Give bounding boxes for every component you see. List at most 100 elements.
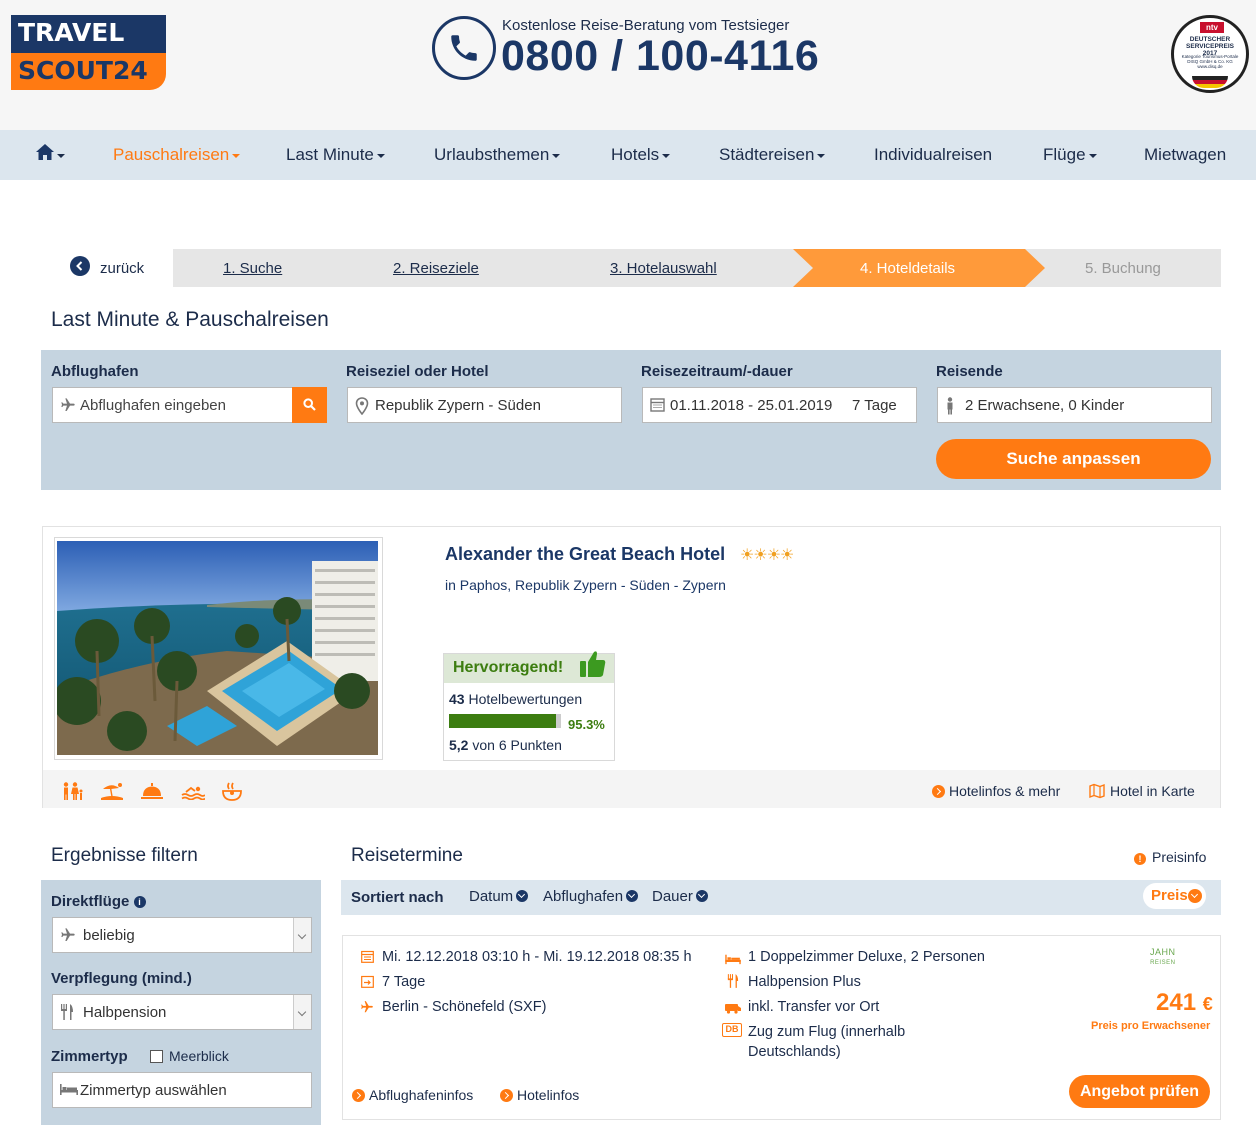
calendar-icon — [361, 950, 374, 967]
nav-pauschalreisen[interactable]: Pauschalreisen — [113, 145, 241, 165]
bed-icon — [725, 952, 741, 969]
nav-individualreisen[interactable]: Individualreisen — [874, 145, 992, 165]
hotel-location: in Paphos, Republik Zypern - Süden - Zyp… — [445, 577, 726, 593]
chevron-down-icon — [695, 890, 708, 902]
chevron-down-icon — [1188, 889, 1202, 903]
calendar-icon — [650, 397, 665, 416]
chevron-down-icon — [293, 918, 311, 952]
offer-transfer: inkl. Transfer vor Ort — [748, 999, 880, 1015]
filter-title: Ergebnisse filtern — [51, 845, 198, 866]
sort-abflughafen[interactable]: Abflughafen — [543, 888, 639, 905]
nav-label: Last Minute — [286, 145, 374, 164]
nav-label: Individualreisen — [874, 145, 993, 164]
nav-label: Pauschalreisen — [113, 145, 230, 164]
airport-input[interactable]: Abflughafen eingeben — [52, 387, 293, 423]
chevron-down-icon — [57, 153, 65, 158]
recommend-percent: 95.3% — [568, 717, 605, 732]
search-adjust-button[interactable]: Suche anpassen — [936, 439, 1211, 479]
hotel-info-link[interactable]: Hotelinfos — [500, 1087, 579, 1103]
room-type-label: Zimmertyp — [51, 1048, 128, 1065]
sort-preis[interactable]: Preis — [1143, 883, 1206, 909]
nav-staedtereisen[interactable]: Städtereisen — [719, 145, 826, 165]
chevron-down-icon — [552, 153, 561, 158]
seaview-checkbox[interactable] — [150, 1050, 163, 1063]
room-type-input[interactable]: Zimmertyp auswählen — [52, 1072, 312, 1108]
hotel-photo-frame[interactable] — [54, 537, 383, 760]
hotel-map-link[interactable]: Hotel in Karte — [1089, 783, 1195, 802]
chevron-down-icon — [376, 153, 385, 158]
nav-label: Städtereisen — [719, 145, 815, 164]
info-icon[interactable]: i — [133, 896, 146, 908]
board-select[interactable]: Halbpension — [52, 994, 312, 1030]
seaview-label[interactable]: Meerblick — [169, 1048, 229, 1064]
servicepreis-seal: ntv DEUTSCHER SERVICEPREIS 2017 Kategori… — [1171, 15, 1249, 93]
airport-search-button[interactable] — [292, 387, 327, 423]
travellers-input[interactable]: 2 Erwachsene, 0 Kinder — [937, 387, 1212, 423]
travellers-label: Reisende — [936, 363, 1003, 380]
logo-line1: TRAVEL — [11, 15, 166, 53]
price-note: Preis pro Erwachsener — [1091, 1020, 1211, 1032]
results-title: Reisetermine — [351, 845, 463, 866]
direct-flights-label: Direktflüge i — [51, 893, 146, 910]
seal-category: Kategorie Tourismus-Portale DISQ GmbH & C… — [1181, 54, 1239, 69]
airport-info-link[interactable]: Abflughafeninfos — [352, 1087, 473, 1103]
duration-icon — [361, 975, 374, 992]
period-label: Reisezeitraum/-dauer — [641, 363, 793, 380]
phone-icon — [432, 16, 496, 80]
step-hotelauswahl[interactable]: 3. Hotelauswahl — [610, 260, 717, 277]
offer-dates: Mi. 12.12.2018 03:10 h - Mi. 19.12.2018 … — [382, 949, 692, 965]
recommend-bar — [449, 714, 561, 728]
review-count: 43 Hotelbewertungen — [449, 691, 583, 707]
chevron-down-icon — [293, 995, 311, 1029]
recommend-bar-fill — [449, 714, 556, 728]
hotel-name[interactable]: Alexander the Great Beach Hotel — [445, 544, 725, 565]
chevron-down-icon — [516, 890, 529, 902]
period-input[interactable]: 01.11.2018 - 25.01.2019 7 Tage — [642, 387, 917, 423]
destination-input[interactable]: Republik Zypern - Süden — [347, 387, 622, 423]
map-icon — [1089, 783, 1105, 802]
chevron-right-icon — [352, 1089, 365, 1102]
rating-score: 5,2 von 6 Punkten — [449, 737, 562, 753]
nav-label: Flüge — [1043, 145, 1086, 164]
nav-urlaubsthemen[interactable]: Urlaubsthemen — [434, 145, 561, 165]
airport-placeholder: Abflughafen eingeben — [80, 397, 226, 414]
swimming-icon — [181, 782, 206, 804]
sort-dauer[interactable]: Dauer — [652, 888, 708, 905]
price-info-link[interactable]: ! Preisinfo — [1134, 849, 1206, 865]
hotel-photo — [57, 541, 378, 755]
nav-hotels[interactable]: Hotels — [611, 145, 671, 165]
sort-datum[interactable]: Datum — [469, 888, 529, 905]
nav-fluege[interactable]: Flüge — [1043, 145, 1097, 165]
nav-last-minute[interactable]: Last Minute — [286, 145, 385, 165]
check-offer-button[interactable]: Angebot prüfen — [1069, 1075, 1210, 1108]
nav-mietwagen[interactable]: Mietwagen — [1144, 145, 1226, 165]
offer-duration: 7 Tage — [382, 974, 426, 990]
beach-icon — [101, 782, 123, 804]
chevron-down-icon — [626, 890, 639, 902]
plane-icon — [60, 397, 76, 417]
step-suche[interactable]: 1. Suche — [223, 260, 282, 277]
spa-icon — [221, 782, 243, 806]
travelscout24-logo[interactable]: TRAVEL SCOUT24 — [11, 15, 166, 90]
nav-label: Hotels — [611, 145, 660, 164]
bed-icon — [60, 1082, 78, 1100]
thumbs-up-icon — [578, 649, 606, 683]
room-type-placeholder: Zimmertyp auswählen — [80, 1082, 227, 1099]
destination-value: Republik Zypern - Süden — [375, 397, 541, 414]
airport-label: Abflughafen — [51, 363, 139, 380]
direct-flights-select[interactable]: beliebig — [52, 917, 312, 953]
hotelinfos-more-link[interactable]: Hotelinfos & mehr — [932, 783, 1060, 799]
chevron-right-icon — [500, 1089, 513, 1102]
chevron-down-icon — [232, 153, 241, 158]
step-hoteldetails: 4. Hoteldetails — [860, 260, 956, 277]
cutlery-icon — [727, 974, 739, 992]
nav-label: Urlaubsthemen — [434, 145, 550, 164]
chevron-down-icon — [662, 153, 671, 158]
back-label[interactable]: zurück — [100, 260, 144, 277]
sort-preis-label: Preis — [1151, 887, 1188, 904]
phone-number[interactable]: 0800 / 100-4116 — [501, 32, 819, 81]
step-reiseziele[interactable]: 2. Reiseziele — [393, 260, 479, 277]
offer-rail-line1: Zug zum Flug (innerhalb — [748, 1024, 906, 1040]
nav-home[interactable] — [36, 144, 65, 165]
search-icon — [303, 398, 316, 411]
